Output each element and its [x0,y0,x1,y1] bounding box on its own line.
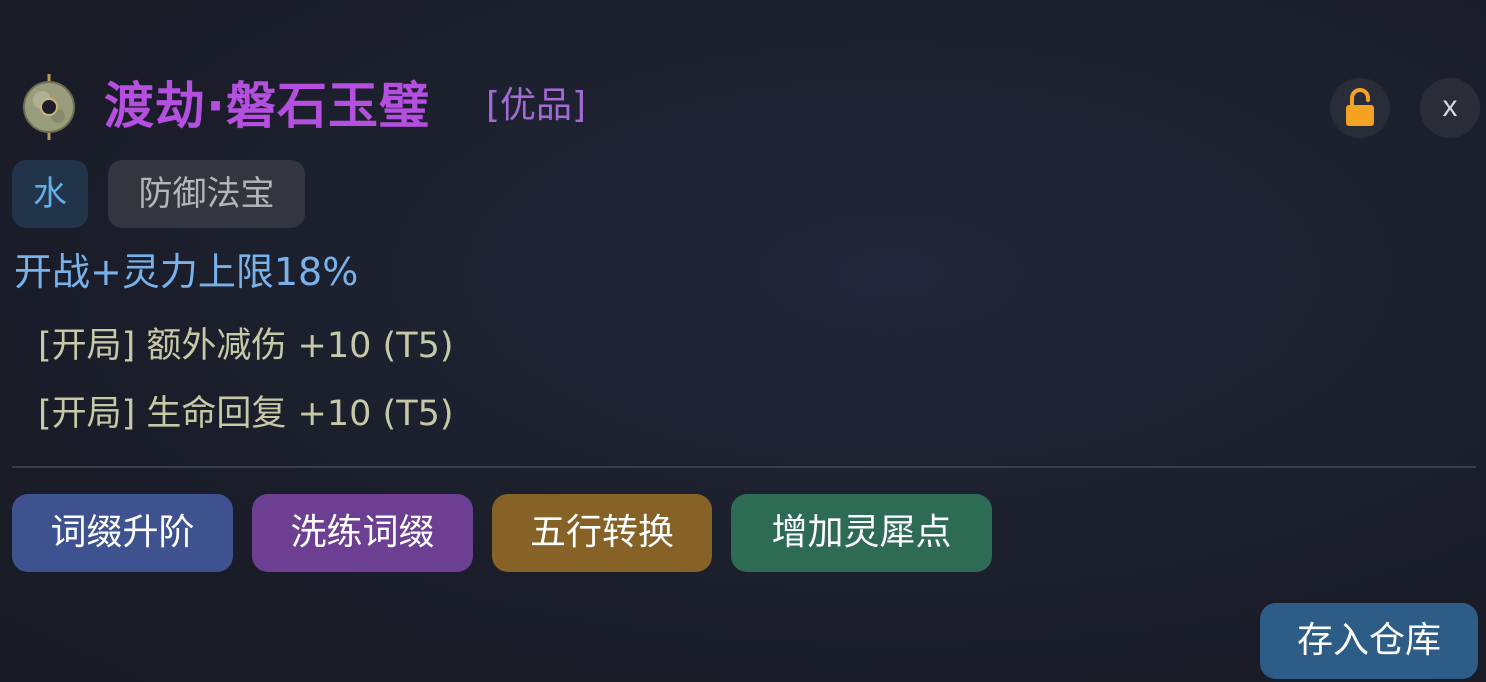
close-icon: x [1442,90,1458,123]
close-button[interactable]: x [1420,78,1480,138]
item-type-tag: 防御法宝 [108,160,305,228]
reroll-affix-button[interactable]: 洗练词缀 [252,494,473,572]
element-convert-button[interactable]: 五行转换 [492,494,712,572]
item-quality: [优品] [486,85,587,126]
lock-button[interactable] [1330,78,1390,138]
affix-line: [开局] 生命回复 +10 (T5) [38,394,454,434]
jade-bi-disc-icon [20,74,78,140]
main-effect: 开战+灵力上限18% [14,250,359,294]
affix-line: [开局] 额外减伤 +10 (T5) [38,326,454,366]
divider [12,466,1476,468]
store-to-warehouse-button[interactable]: 存入仓库 [1260,603,1478,679]
upgrade-affix-button[interactable]: 词缀升阶 [12,494,233,572]
item-name: 渡劫·磐石玉璧 [104,77,430,135]
unlocked-padlock-icon [1346,88,1374,126]
element-tag: 水 [12,160,88,228]
item-detail-panel: 渡劫·磐石玉璧 [优品] x 水 防御法宝 开战+灵力上限18% [开局] 额外… [0,0,1486,682]
add-spirit-point-button[interactable]: 增加灵犀点 [731,494,992,572]
